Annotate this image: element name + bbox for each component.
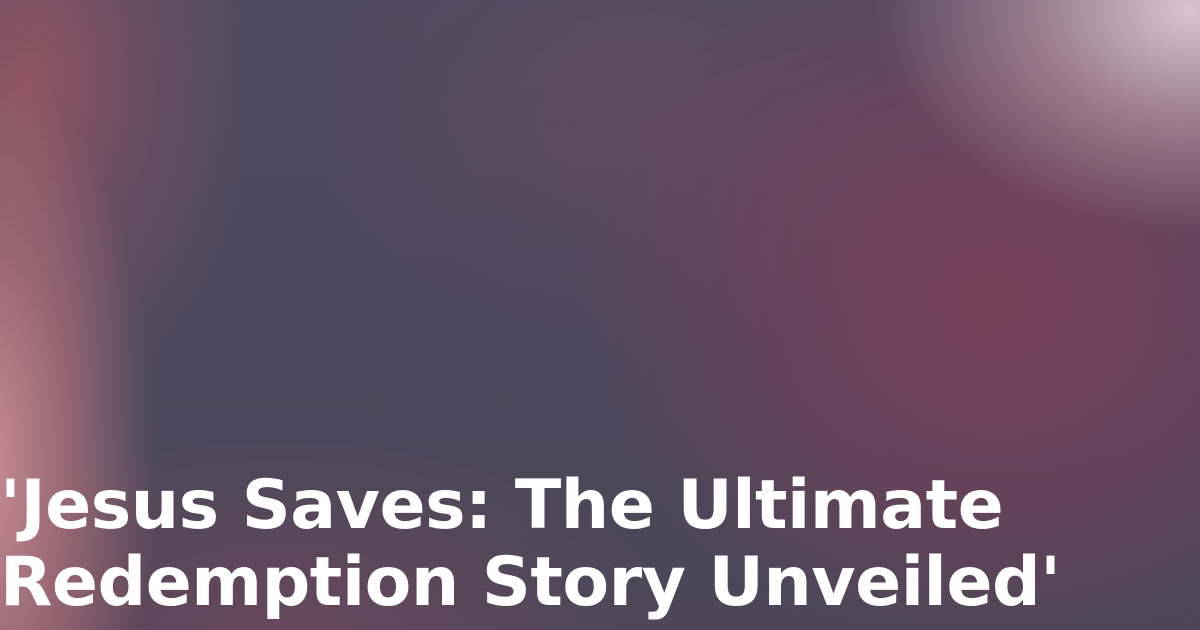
headline-line-1: 'Jesus Saves: The Ultimate [0,465,1004,545]
headline-line-2: Redemption Story Unveiled' [0,543,1061,623]
hero-banner: 'Jesus Saves: The Ultimate Redemption St… [0,0,1200,630]
headline: 'Jesus Saves: The Ultimate Redemption St… [0,467,1190,622]
